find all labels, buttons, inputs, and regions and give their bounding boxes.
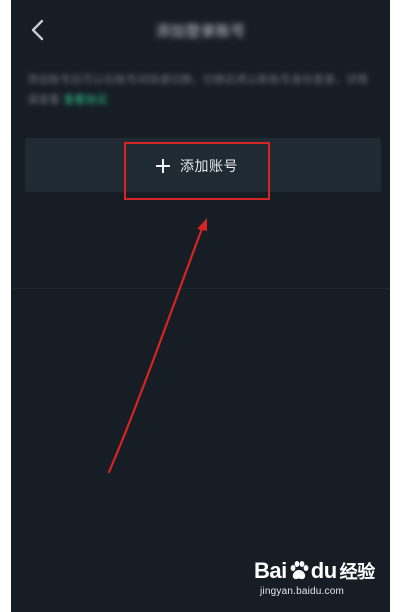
agreement-link[interactable]: 查看协议 (64, 93, 108, 106)
section-divider (11, 288, 390, 289)
watermark-brand-suffix: 经验 (339, 562, 376, 582)
baidu-watermark: Bai du 经验 jingyan.baidu.com (254, 554, 384, 604)
app-screen: 添加登录账号 添加账号后可以在账号间快速切换，切换后将以新账号身份登录，详情请查… (11, 0, 390, 612)
watermark-brand-prefix: Bai (254, 558, 287, 583)
add-account-label: 添加账号 (180, 159, 238, 175)
page-title: 添加登录账号 (155, 22, 246, 40)
description-text: 添加账号后可以在账号间快速切换，切换后将以新账号身份登录，详情请查看 查看协议 (27, 70, 377, 110)
screenshot-page: 添加登录账号 添加账号后可以在账号间快速切换，切换后将以新账号身份登录，详情请查… (0, 0, 400, 612)
watermark-brand: Bai du 经验 (254, 558, 375, 584)
watermark-url: jingyan.baidu.com (260, 586, 345, 597)
watermark-brand-middle: du (310, 558, 337, 583)
navigation-bar: 添加登录账号 (11, 0, 390, 60)
paw-icon (290, 561, 309, 580)
add-account-button[interactable]: 添加账号 (126, 144, 268, 188)
plus-icon (156, 159, 170, 173)
